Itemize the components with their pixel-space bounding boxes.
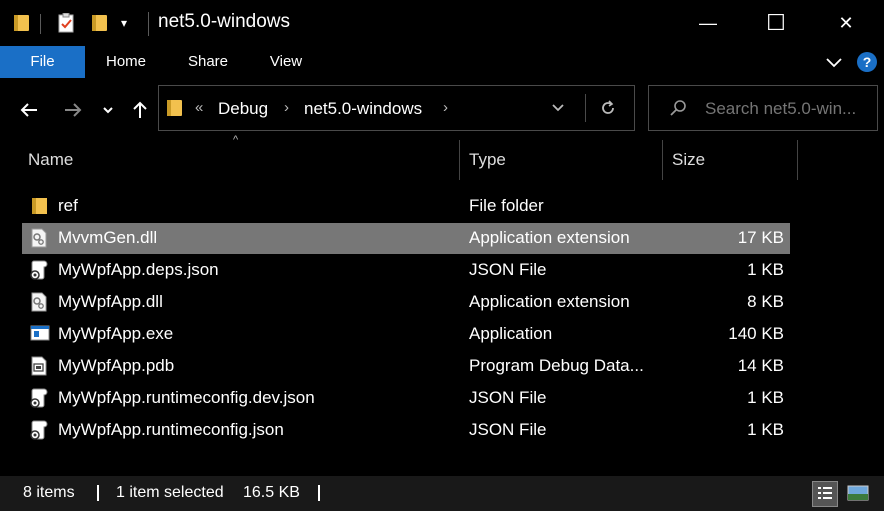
maximize-icon: ☐ xyxy=(766,10,786,35)
file-size: 140 KB xyxy=(728,324,784,343)
divider xyxy=(40,14,41,34)
maximize-button[interactable]: ☐ xyxy=(742,0,810,46)
column-header-size[interactable]: Size xyxy=(672,150,705,170)
file-row[interactable]: ref File folder xyxy=(22,191,790,222)
arrow-up-icon xyxy=(133,101,147,118)
breadcrumb-net5[interactable]: net5.0-windows xyxy=(304,99,422,119)
selection-count: 1 item selected xyxy=(116,484,224,501)
pdb-icon xyxy=(30,356,48,376)
tab-share[interactable]: Share xyxy=(178,46,238,78)
chevron-down-icon xyxy=(826,58,842,68)
forward-button[interactable] xyxy=(58,94,88,126)
close-button[interactable]: ✕ xyxy=(812,0,880,46)
column-divider[interactable] xyxy=(797,140,798,180)
details-view-button[interactable] xyxy=(812,481,838,507)
file-row[interactable]: MyWpfApp.exe Application 140 KB xyxy=(22,319,790,350)
address-dropdown-button[interactable] xyxy=(550,99,572,119)
chevron-right-icon[interactable]: › xyxy=(443,99,448,116)
divider xyxy=(585,94,586,122)
overflow-icon[interactable]: « xyxy=(195,99,203,116)
file-row[interactable]: MyWpfApp.runtimeconfig.json JSON File 1 KB xyxy=(22,415,790,446)
search-input[interactable] xyxy=(705,98,867,120)
dll-icon xyxy=(30,228,48,248)
large-icons-view-button[interactable] xyxy=(846,482,872,506)
file-size: 8 KB xyxy=(747,292,784,311)
customize-toolbar-icon[interactable]: ▾ xyxy=(121,16,137,36)
help-button[interactable]: ? xyxy=(857,52,877,72)
file-type: Application extension xyxy=(469,228,630,247)
file-type: Application extension xyxy=(469,292,630,311)
file-row[interactable]: MyWpfApp.runtimeconfig.dev.json JSON File… xyxy=(22,383,790,414)
file-type: JSON File xyxy=(469,260,547,279)
file-size: 14 KB xyxy=(737,356,784,375)
search-icon xyxy=(668,98,690,120)
exe-icon xyxy=(30,324,50,344)
file-name: MyWpfApp.runtimeconfig.dev.json xyxy=(58,388,315,407)
breadcrumb-debug[interactable]: Debug xyxy=(218,99,268,119)
file-row[interactable]: MyWpfApp.dll Application extension 8 KB xyxy=(22,287,790,318)
selection-size: 16.5 KB xyxy=(243,484,300,501)
chevron-down-icon xyxy=(552,104,564,112)
refresh-icon xyxy=(602,100,614,114)
file-size: 1 KB xyxy=(747,260,784,279)
file-name: MyWpfApp.runtimeconfig.json xyxy=(58,420,284,439)
column-header-name[interactable]: Name xyxy=(28,150,73,170)
file-row[interactable]: MyWpfApp.deps.json JSON File 1 KB xyxy=(22,255,790,286)
minimize-button[interactable]: — xyxy=(674,0,742,46)
expand-ribbon-button[interactable] xyxy=(824,52,844,72)
divider xyxy=(97,485,99,501)
minimize-icon: — xyxy=(699,12,717,33)
details-view-icon xyxy=(818,487,832,499)
file-row[interactable]: MvvmGen.dll Application extension 17 KB xyxy=(22,223,790,254)
arrow-left-icon xyxy=(20,103,37,117)
item-count: 8 items xyxy=(23,484,75,501)
tab-file[interactable]: File xyxy=(0,46,85,78)
file-type: JSON File xyxy=(469,420,547,439)
chevron-right-icon[interactable]: › xyxy=(284,99,289,116)
recent-locations-button[interactable] xyxy=(96,94,120,126)
file-type: Application xyxy=(469,324,553,343)
file-name: MyWpfApp.exe xyxy=(58,324,174,343)
title-bar: ▾ net5.0-windows — ☐ ✕ xyxy=(0,0,884,46)
file-name: MyWpfApp.deps.json xyxy=(58,260,219,279)
large-icons-view-icon xyxy=(847,485,869,501)
folder-icon xyxy=(14,13,30,33)
close-icon: ✕ xyxy=(838,12,854,33)
column-divider[interactable] xyxy=(662,140,663,180)
file-row[interactable]: MyWpfApp.pdb Program Debug Data... 14 KB xyxy=(22,351,790,382)
json-file-icon xyxy=(30,260,48,280)
file-type: Program Debug Data... xyxy=(469,356,644,375)
window-title: net5.0-windows xyxy=(158,11,291,32)
folder-icon xyxy=(30,196,48,216)
tab-home[interactable]: Home xyxy=(95,46,157,78)
tab-view[interactable]: View xyxy=(258,46,314,78)
file-name: MyWpfApp.dll xyxy=(58,292,163,311)
dll-icon xyxy=(30,292,48,312)
file-type: JSON File xyxy=(469,388,547,407)
sort-ascending-icon: ^ xyxy=(233,134,239,146)
chevron-down-icon xyxy=(103,107,113,114)
properties-icon[interactable] xyxy=(58,12,74,33)
file-size: 1 KB xyxy=(747,388,784,407)
column-divider[interactable] xyxy=(459,140,460,180)
up-button[interactable] xyxy=(125,94,155,126)
json-file-icon xyxy=(30,420,48,440)
file-size: 1 KB xyxy=(747,420,784,439)
divider xyxy=(148,12,149,36)
divider xyxy=(318,485,320,501)
refresh-button[interactable] xyxy=(598,98,620,120)
arrow-right-icon xyxy=(65,103,82,117)
file-name: MvvmGen.dll xyxy=(58,228,158,247)
file-name: ref xyxy=(58,196,78,215)
new-folder-icon[interactable] xyxy=(92,13,108,33)
json-file-icon xyxy=(30,388,48,408)
back-button[interactable] xyxy=(14,94,44,126)
file-name: MyWpfApp.pdb xyxy=(58,356,175,375)
column-header-type[interactable]: Type xyxy=(469,150,506,170)
file-type: File folder xyxy=(469,196,544,215)
folder-icon xyxy=(167,98,182,118)
file-size: 17 KB xyxy=(737,228,784,247)
